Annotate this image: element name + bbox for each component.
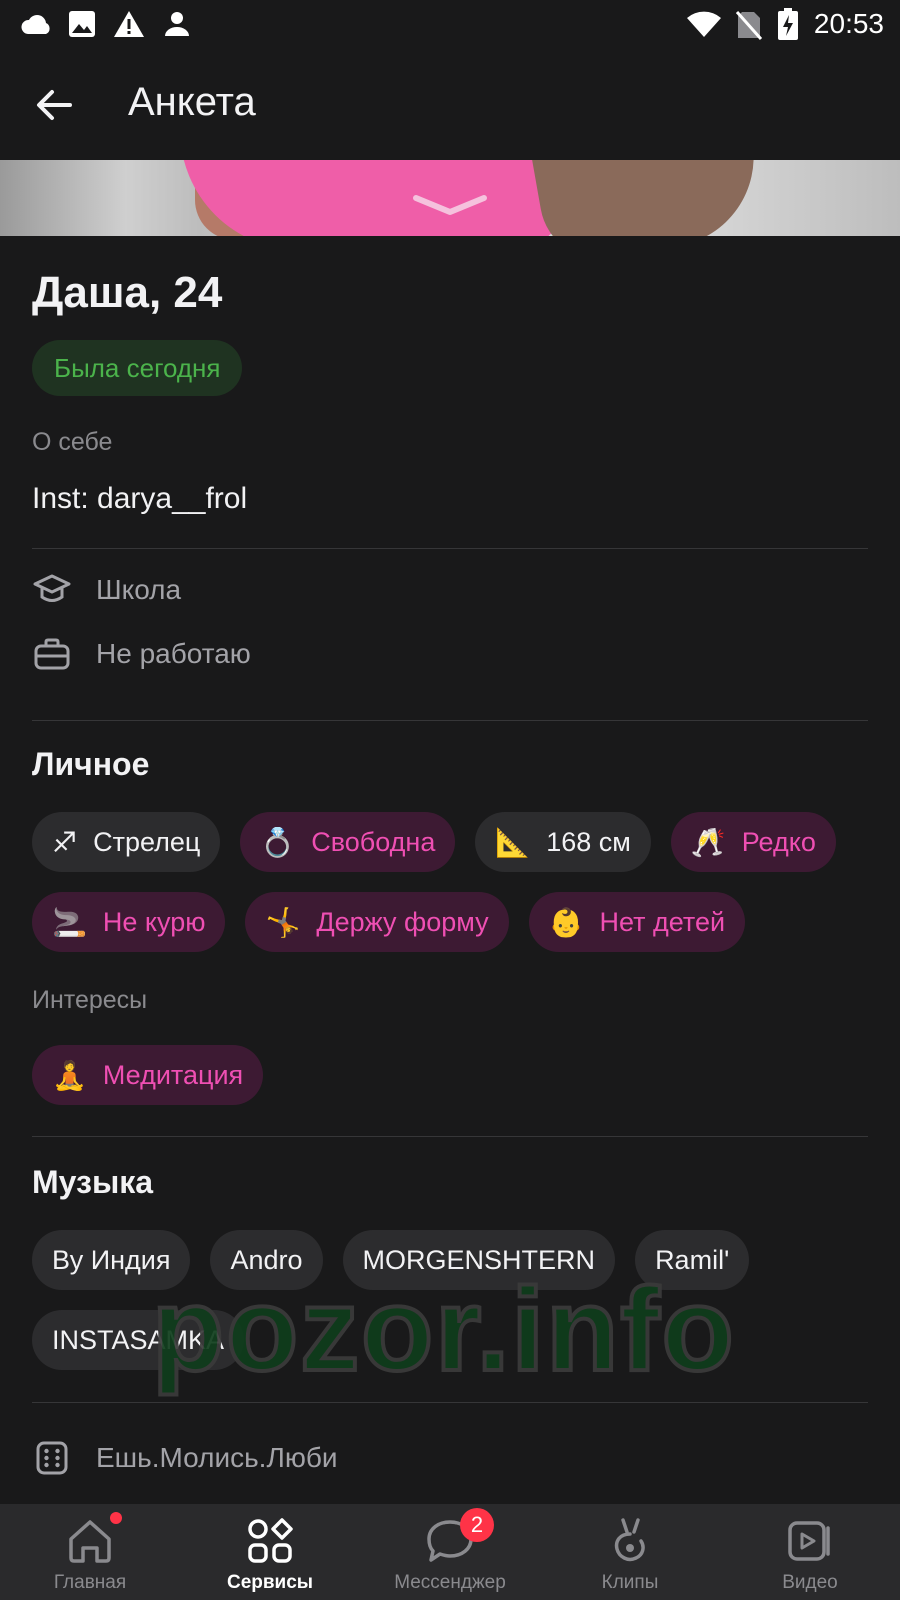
interests-chips-row: 🧘 Медитация	[32, 1045, 264, 1105]
about-label: О себе	[32, 428, 113, 456]
top-app-bar: Анкета	[0, 50, 900, 160]
online-status-badge: Была сегодня	[32, 340, 243, 396]
status-bar: 20:53	[0, 0, 900, 50]
watermark: pozor.info	[150, 1262, 736, 1398]
cigarette-icon: 🚬	[52, 906, 87, 938]
nav-home[interactable]: Главная	[0, 1504, 180, 1600]
chevron-down-icon[interactable]	[410, 190, 490, 220]
music-section-title: Музыка	[32, 1164, 154, 1200]
alcohol-chip[interactable]: 🥂 Редко	[670, 812, 836, 872]
divider	[32, 548, 868, 549]
smoking-chip[interactable]: 🚬 Не курю	[32, 892, 226, 952]
video-icon	[783, 1514, 837, 1568]
interests-label: Интересы	[32, 986, 148, 1014]
personal-section-title: Личное	[32, 746, 150, 782]
divider	[32, 1402, 868, 1403]
no-sim-icon	[736, 11, 762, 40]
warning-icon	[114, 11, 144, 37]
battery-charging-icon	[778, 8, 798, 40]
interest-chip[interactable]: 🧘 Медитация	[32, 1045, 264, 1105]
briefcase-icon	[32, 634, 72, 674]
game-text: Ешь.Молись.Люби	[96, 1442, 338, 1473]
cartwheel-icon: 🤸	[265, 906, 301, 938]
relationship-chip[interactable]: 💍 Свободна	[240, 812, 456, 872]
cloud-icon	[21, 15, 50, 35]
arrow-left-icon	[37, 90, 72, 120]
back-button[interactable]	[30, 80, 80, 130]
graduation-cap-icon	[32, 570, 72, 610]
children-chip[interactable]: 👶 Нет детей	[528, 892, 746, 952]
personal-chips-row-1: ♐ Стрелец 💍 Свободна 📐 168 см 🥂 Редко	[32, 812, 836, 872]
game-row[interactable]: Ешь.Молись.Люби	[32, 1436, 338, 1480]
sagittarius-icon: ♐	[52, 826, 78, 858]
height-chip[interactable]: 📐 168 см	[475, 812, 651, 872]
sport-chip[interactable]: 🤸 Держу форму	[245, 892, 509, 952]
bottom-navigation: Главная Сервисы 2 Мессенджер Клипы Видео	[0, 1504, 900, 1600]
about-text[interactable]: Inst: darya__frol	[32, 482, 247, 516]
nav-video[interactable]: Видео	[720, 1504, 900, 1600]
page-title: Анкета	[128, 80, 256, 124]
ring-icon: 💍	[260, 826, 296, 858]
education-text: Школа	[96, 574, 182, 605]
nav-clips[interactable]: Клипы	[540, 1504, 720, 1600]
divider	[32, 720, 868, 721]
wifi-icon	[687, 11, 721, 37]
notification-dot	[110, 1512, 122, 1524]
zodiac-chip[interactable]: ♐ Стрелец	[32, 812, 221, 872]
person-icon	[165, 12, 189, 36]
status-time: 20:53	[813, 8, 884, 39]
services-icon	[243, 1514, 297, 1568]
home-icon	[63, 1514, 117, 1568]
work-text: Не работаю	[96, 638, 251, 669]
meditation-icon: 🧘	[52, 1059, 87, 1091]
work-row: Не работаю	[32, 632, 251, 676]
dice-icon	[32, 1438, 72, 1478]
profile-name-age: Даша, 24	[32, 268, 223, 317]
unread-badge: 2	[460, 1508, 494, 1542]
divider	[32, 1136, 868, 1137]
clips-icon	[603, 1514, 657, 1568]
champagne-icon: 🥂	[690, 826, 726, 858]
nav-messenger[interactable]: 2 Мессенджер	[360, 1504, 540, 1600]
nav-services[interactable]: Сервисы	[180, 1504, 360, 1600]
baby-icon: 👶	[548, 906, 584, 938]
ruler-icon: 📐	[495, 826, 531, 858]
personal-chips-row-2: 🚬 Не курю 🤸 Держу форму 👶 Нет детей	[32, 892, 746, 952]
education-row: Школа	[32, 568, 181, 612]
image-icon	[69, 11, 95, 37]
profile-photo[interactable]	[0, 160, 900, 236]
